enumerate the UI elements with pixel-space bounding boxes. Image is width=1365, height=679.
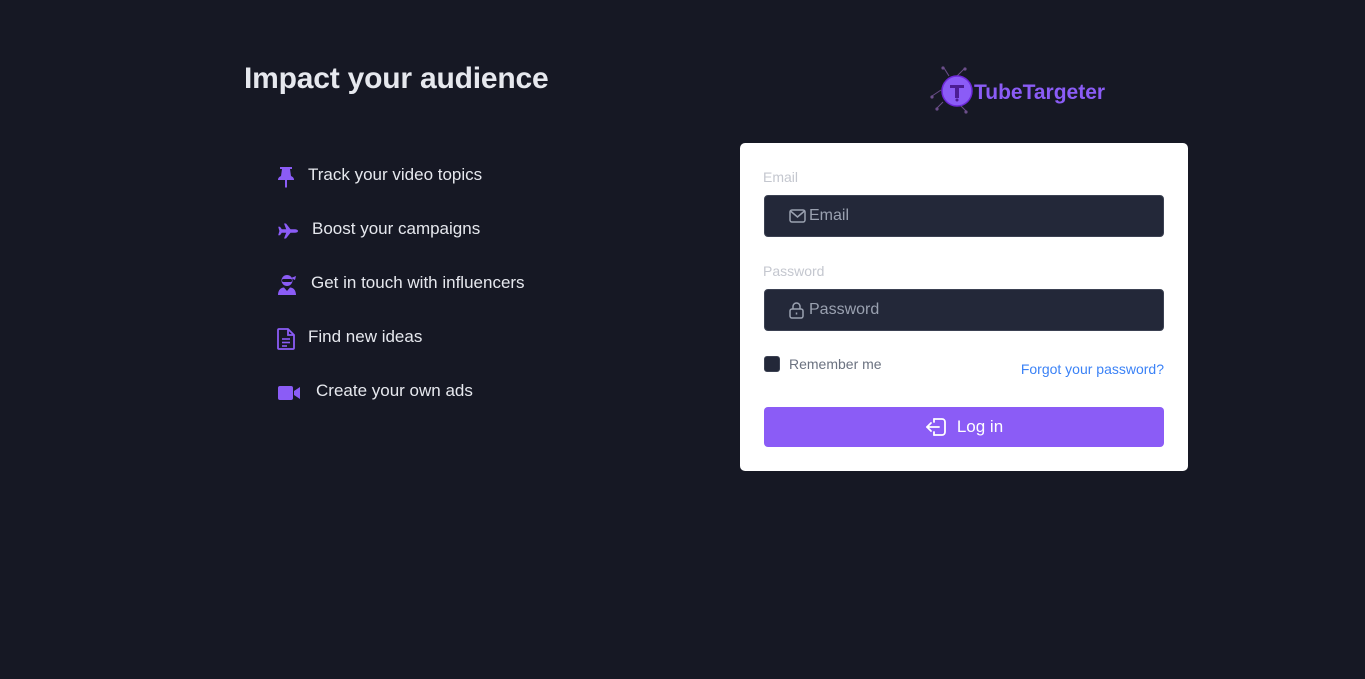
login-button-label: Log in (956, 417, 1004, 436)
remember-label: Remember me (789, 356, 882, 372)
logo-icon (929, 66, 973, 119)
feature-list: Track your video topics Boost your campa… (277, 150, 525, 420)
file-icon (277, 326, 303, 352)
feature-item: Boost your campaigns (277, 204, 525, 258)
forgot-password-link[interactable]: Forgot your password? (1021, 361, 1164, 377)
remember-checkbox[interactable] (764, 356, 780, 372)
email-input[interactable] (809, 207, 1139, 225)
feature-label: Boost your campaigns (312, 219, 481, 238)
password-label: Password (763, 263, 825, 279)
password-input[interactable] (809, 301, 1139, 319)
feature-item: Create your own ads (277, 366, 525, 420)
sign-in-icon (925, 416, 947, 438)
user-ninja-icon (277, 272, 303, 298)
lock-icon (789, 301, 807, 319)
brand-name: TubeTargeter (974, 80, 1106, 104)
envelope-icon (789, 207, 807, 225)
login-page: Impact your audience Track your video to… (0, 0, 1365, 679)
feature-label: Get in touch with influencers (311, 273, 525, 292)
feature-item: Get in touch with influencers (277, 258, 525, 312)
login-button[interactable]: Log in (764, 407, 1164, 447)
password-field-wrapper (764, 289, 1164, 331)
remember-me: Remember me (764, 356, 882, 372)
hero-title: Impact your audience (244, 62, 549, 95)
email-field-wrapper (764, 195, 1164, 237)
feature-label: Track your video topics (308, 165, 483, 184)
login-card: Email Password Remember (740, 143, 1188, 471)
feature-item: Find new ideas (277, 312, 525, 366)
feature-label: Find new ideas (308, 327, 423, 346)
feature-label: Create your own ads (316, 381, 473, 400)
email-label: Email (763, 169, 799, 185)
brand-logo: TubeTargeter (929, 66, 1105, 119)
feature-item: Track your video topics (277, 150, 525, 204)
pin-icon (277, 164, 303, 190)
plane-icon (277, 218, 303, 244)
video-camera-icon (277, 380, 303, 406)
